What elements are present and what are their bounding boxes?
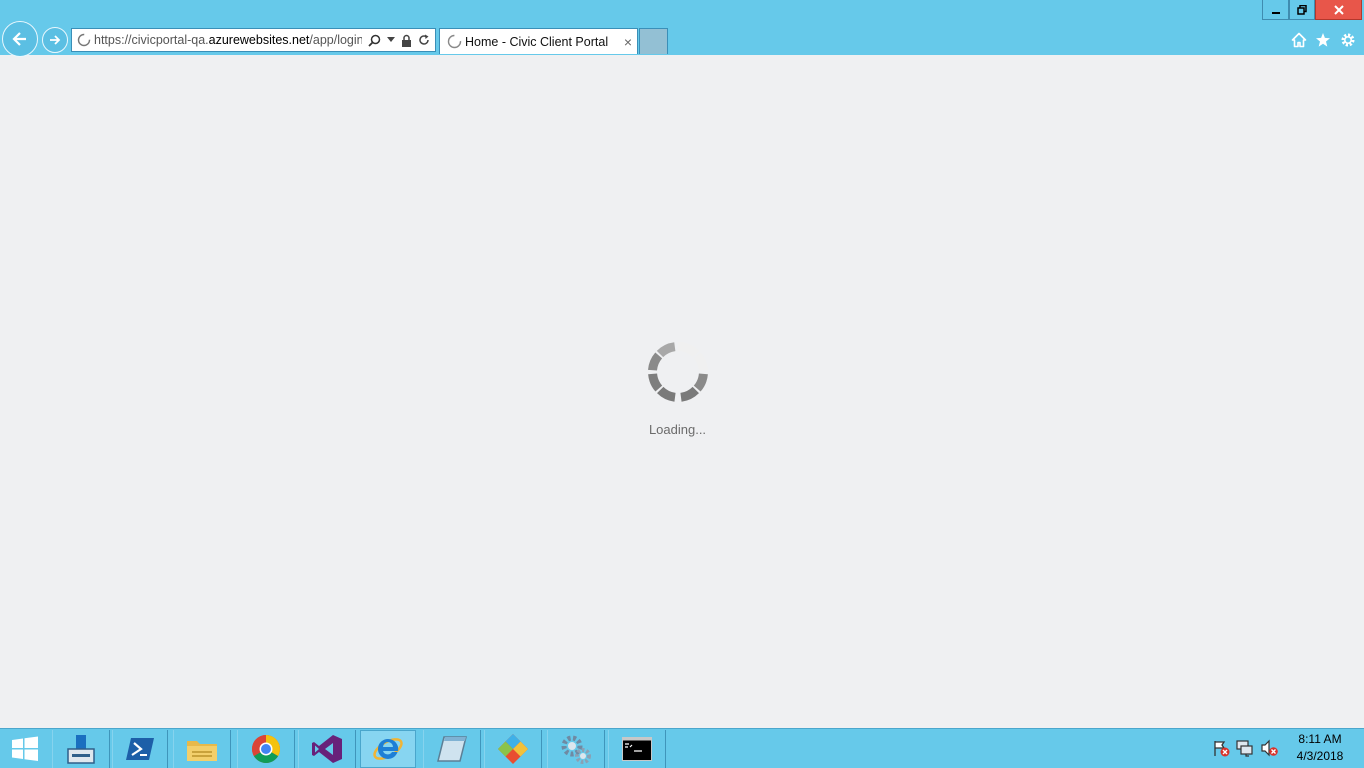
arrow-right-icon <box>50 35 61 45</box>
page-loading-icon <box>74 33 94 47</box>
powershell-icon <box>126 738 154 760</box>
address-bar[interactable]: https://civicportal-qa.azurewebsites.net… <box>71 28 436 52</box>
browser-chrome: https://civicportal-qa.azurewebsites.net… <box>0 0 1364 57</box>
page-loading-icon <box>443 34 465 49</box>
git-icon <box>498 734 528 764</box>
tray-action-center[interactable] <box>1212 739 1230 757</box>
lock-icon[interactable] <box>401 34 412 47</box>
internet-explorer-icon <box>373 738 403 760</box>
close-icon <box>1333 4 1344 15</box>
close-button[interactable] <box>1315 0 1362 20</box>
url-suffix: /app/login <box>309 33 362 47</box>
arrow-left-icon <box>12 32 26 46</box>
tab-title: Home - Civic Client Portal <box>465 34 609 49</box>
settings-button[interactable] <box>1338 31 1358 49</box>
taskbar-visual-studio[interactable] <box>298 730 356 768</box>
url-prefix: https://civicportal-qa. <box>94 33 209 47</box>
restore-icon <box>1297 4 1307 15</box>
loading-spinner <box>648 342 708 402</box>
taskbar-clock[interactable]: 8:11 AM 4/3/2018 <box>1282 731 1358 765</box>
chrome-icon <box>252 735 280 763</box>
favorites-button[interactable] <box>1313 31 1333 49</box>
start-button[interactable] <box>0 730 50 768</box>
favorites-star-icon <box>1316 33 1330 47</box>
settings-gear-icon <box>1341 33 1355 47</box>
tray-volume[interactable] <box>1260 739 1278 757</box>
restore-button[interactable] <box>1289 0 1315 20</box>
server-manager-icon <box>67 735 95 764</box>
url-host: azurewebsites.net <box>208 33 310 47</box>
home-button[interactable] <box>1289 31 1309 49</box>
clock-date: 4/3/2018 <box>1296 749 1344 763</box>
taskbar-notepad[interactable] <box>423 730 481 768</box>
folder-icon <box>187 741 217 761</box>
tray-network[interactable] <box>1236 739 1254 757</box>
chevron-down-icon[interactable] <box>387 37 395 43</box>
taskbar-powershell[interactable] <box>112 730 168 768</box>
volume-muted-icon <box>1261 739 1278 757</box>
visual-studio-icon <box>312 735 342 763</box>
taskbar-internet-explorer[interactable] <box>360 730 416 768</box>
taskbar-services[interactable] <box>547 730 605 768</box>
address-url[interactable]: https://civicportal-qa.azurewebsites.net… <box>94 33 362 47</box>
gears-icon <box>561 735 591 764</box>
network-icon <box>1236 740 1253 757</box>
minimize-button[interactable] <box>1262 0 1289 20</box>
taskbar-file-explorer[interactable] <box>173 730 231 768</box>
back-button[interactable] <box>2 21 38 57</box>
home-icon <box>1291 32 1307 48</box>
taskbar-server-manager[interactable] <box>52 730 110 768</box>
forward-button[interactable] <box>42 27 68 53</box>
loading-text: Loading... <box>648 422 707 437</box>
minimize-icon <box>1271 11 1280 14</box>
taskbar-command-prompt[interactable] <box>608 730 666 768</box>
flag-error-icon <box>1214 741 1230 757</box>
taskbar: 8:11 AM 4/3/2018 <box>0 728 1364 768</box>
search-icon[interactable] <box>368 34 381 47</box>
tab-home-civic-client-portal[interactable]: Home - Civic Client Portal × <box>439 28 638 54</box>
notepad-icon <box>437 736 467 762</box>
windows-logo-icon <box>12 736 38 761</box>
taskbar-git[interactable] <box>484 730 542 768</box>
refresh-icon[interactable] <box>418 34 430 46</box>
cmd-icon <box>622 737 652 761</box>
new-tab-button[interactable] <box>639 28 668 54</box>
tab-close-icon[interactable]: × <box>619 34 637 50</box>
taskbar-chrome[interactable] <box>237 730 295 768</box>
clock-time: 8:11 AM <box>1298 732 1342 746</box>
